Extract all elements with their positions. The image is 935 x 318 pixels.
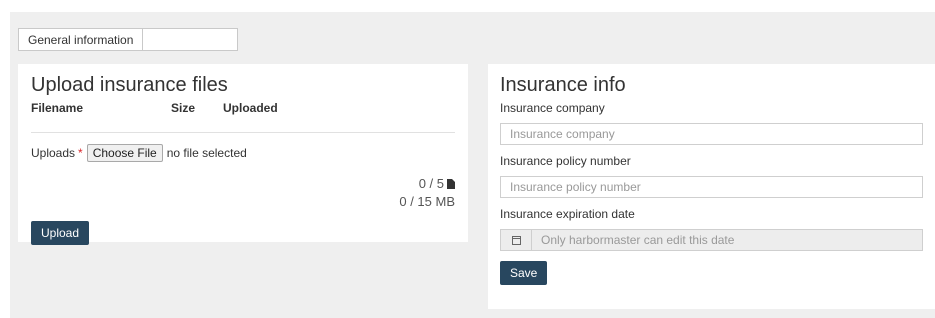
upload-title: Upload insurance files [31, 74, 228, 96]
file-count: 0 / 5 [418, 176, 444, 191]
calendar-icon [511, 235, 521, 245]
page-background: General information Insurance info Uploa… [10, 12, 935, 318]
uploads-label: Uploads [31, 146, 76, 160]
insurance-panel: Insurance info Insurance company Insuran… [488, 64, 935, 309]
files-divider [31, 132, 455, 133]
policy-label: Insurance policy number [500, 154, 631, 168]
size-limit: 0 / 15 MB [399, 194, 455, 209]
tab-general-information[interactable]: General information [18, 28, 144, 51]
upload-button[interactable]: Upload [31, 221, 90, 245]
upload-limits: 0 / 5 0 / 15 MB [31, 175, 455, 211]
tab-insurance-info-label: Insurance info [152, 33, 228, 47]
company-placeholder: Insurance company [510, 127, 615, 141]
tab-general-information-label: General information [28, 33, 134, 47]
policy-number-input[interactable]: Insurance policy number [500, 176, 923, 198]
files-table-header: Filename Size Uploaded [31, 101, 455, 115]
expiration-date-input: Only harbormaster can edit this date [500, 229, 923, 251]
no-file-text: no file selected [166, 146, 247, 160]
policy-placeholder: Insurance policy number [510, 180, 641, 194]
column-uploaded: Uploaded [223, 101, 278, 115]
column-filename: Filename [31, 101, 84, 115]
required-mark: * [78, 146, 83, 160]
choose-file-button[interactable]: Choose File [86, 144, 163, 162]
insurance-title: Insurance info [500, 74, 626, 96]
expiration-placeholder: Only harbormaster can edit this date [541, 233, 735, 247]
file-icon [447, 179, 455, 189]
uploads-row: Uploads * Choose File no file selected [31, 144, 455, 162]
upload-panel: Upload insurance files Filename Size Upl… [18, 64, 468, 245]
save-button[interactable]: Save [500, 261, 548, 285]
file-count-row: 0 / 5 [31, 175, 455, 193]
expiration-label: Insurance expiration date [500, 207, 635, 221]
tab-bar: General information Insurance info [18, 28, 238, 51]
company-label: Insurance company [500, 101, 605, 115]
column-size: Size [171, 101, 196, 115]
company-input[interactable]: Insurance company [500, 123, 923, 145]
tab-insurance-info[interactable]: Insurance info [143, 28, 238, 51]
calendar-addon [501, 230, 532, 250]
